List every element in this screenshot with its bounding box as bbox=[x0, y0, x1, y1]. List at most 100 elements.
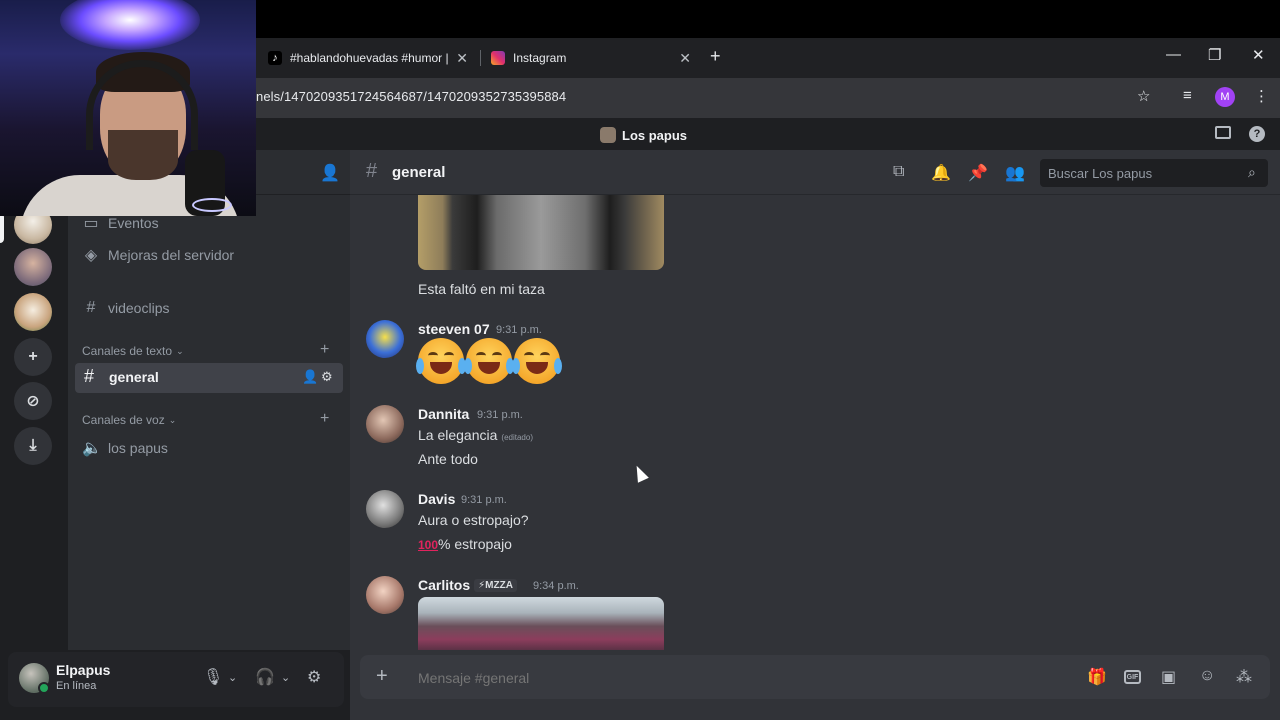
sidebar-item-label: Eventos bbox=[108, 215, 159, 231]
server-mini-icon bbox=[600, 127, 616, 143]
close-icon[interactable]: ✕ bbox=[679, 50, 691, 67]
laughing-tears-emoji bbox=[512, 338, 562, 384]
message-author[interactable]: steeven 07 bbox=[418, 321, 490, 337]
server-title: Los papus bbox=[600, 127, 687, 143]
explore-icon[interactable]: ⊘ bbox=[14, 382, 52, 420]
browser-menu-icon[interactable]: ⋮ bbox=[1254, 87, 1269, 105]
discord-title-bar bbox=[256, 118, 1280, 150]
help-icon[interactable]: ? bbox=[1249, 126, 1265, 142]
message-author[interactable]: Davis bbox=[418, 491, 455, 507]
tab-label: #hablandohuevadas #humor | t bbox=[290, 51, 448, 65]
invite-icon[interactable]: 👤 bbox=[302, 369, 318, 385]
chevron-down-icon[interactable]: ⌄ bbox=[281, 671, 290, 684]
message-input[interactable] bbox=[418, 670, 1018, 686]
tab-instagram[interactable]: Instagram ✕ bbox=[491, 44, 691, 72]
channel-title: general bbox=[392, 164, 446, 181]
sticker-icon[interactable]: ▣ bbox=[1161, 667, 1176, 687]
edited-label: (editado) bbox=[501, 433, 533, 442]
gear-icon[interactable]: ⚙ bbox=[307, 667, 321, 687]
download-icon[interactable]: ⤓ bbox=[14, 427, 52, 465]
avatar[interactable] bbox=[366, 490, 404, 528]
server-icon-dog2[interactable] bbox=[14, 293, 52, 331]
message-timestamp: 9:31 p.m. bbox=[496, 324, 542, 336]
sidebar-item-label: Mejoras del servidor bbox=[108, 247, 235, 263]
author-name: Carlitos bbox=[418, 577, 471, 593]
channel-general[interactable]: # general 👤 ⚙ bbox=[75, 363, 343, 393]
chevron-down-icon[interactable]: ⌄ bbox=[228, 671, 237, 684]
nebula-light bbox=[60, 0, 200, 50]
laughing-tears-emoji bbox=[464, 338, 514, 384]
bookmark-star-icon[interactable]: ☆ bbox=[1137, 87, 1150, 105]
search-icon[interactable]: ⌕ bbox=[1248, 164, 1256, 181]
address-bar-url[interactable]: nels/1470209351724564687/147020935273539… bbox=[256, 89, 566, 104]
profile-avatar[interactable]: M bbox=[1215, 87, 1235, 107]
guild-tag-badge[interactable]: ⚡MZZA bbox=[474, 579, 517, 592]
gear-icon[interactable]: ⚙ bbox=[321, 369, 333, 385]
message-text: Esta faltó en mi taza bbox=[418, 281, 545, 297]
message-author[interactable]: Dannita bbox=[418, 406, 469, 422]
message-image[interactable] bbox=[418, 597, 664, 650]
sidebar-item-videoclips[interactable]: # videoclips bbox=[82, 299, 170, 317]
channel-label: general bbox=[109, 369, 159, 385]
media-control-icon[interactable]: ≡ bbox=[1183, 87, 1192, 104]
message-text: 100% estropajo bbox=[418, 536, 512, 552]
hash-icon: # bbox=[84, 366, 95, 386]
message-timestamp: 9:34 p.m. bbox=[533, 580, 579, 592]
chevron-down-icon: ⌄ bbox=[176, 345, 184, 356]
message-text: Aura o estropajo? bbox=[418, 512, 529, 528]
members-icon[interactable]: 👥 bbox=[1005, 163, 1025, 183]
message-line: % estropajo bbox=[438, 536, 512, 552]
category-text-channels[interactable]: Canales de texto ⌄ bbox=[82, 344, 184, 358]
selected-server-pill bbox=[0, 213, 4, 243]
add-server-button[interactable]: + bbox=[14, 338, 52, 376]
gift-icon[interactable]: 🎁 bbox=[1087, 667, 1107, 687]
sidebar-item-label: videoclips bbox=[108, 300, 170, 316]
attach-plus-button[interactable]: + bbox=[376, 665, 388, 688]
webcam-overlay bbox=[0, 0, 256, 216]
tab-label: Instagram bbox=[513, 51, 567, 65]
hundred-points-emoji: 100 bbox=[418, 538, 439, 552]
message-line: La elegancia bbox=[418, 427, 498, 443]
username[interactable]: Elpapus bbox=[56, 662, 110, 678]
message-author[interactable]: Carlitos ⚡MZZA bbox=[418, 577, 517, 593]
add-text-channel-button[interactable]: + bbox=[320, 341, 329, 359]
server-icon-photo[interactable] bbox=[14, 248, 52, 286]
add-voice-channel-button[interactable]: + bbox=[320, 410, 329, 428]
hash-icon: # bbox=[366, 160, 378, 182]
chevron-down-icon: ⌄ bbox=[168, 414, 177, 425]
headset-icon[interactable]: 🎧 bbox=[255, 667, 275, 687]
message-text: Ante todo bbox=[418, 451, 478, 467]
search-placeholder: Buscar Los papus bbox=[1048, 166, 1153, 181]
voice-channel-los-papus[interactable]: 🔈 los papus bbox=[82, 438, 168, 458]
speaker-icon: 🔈 bbox=[82, 440, 102, 457]
microphone-icon[interactable]: 🎙 bbox=[203, 667, 223, 687]
restore-button[interactable]: ❐ bbox=[1208, 46, 1221, 64]
sidebar-item-mejoras[interactable]: ◈ Mejoras del servidor bbox=[82, 245, 234, 265]
category-label: Canales de texto bbox=[82, 344, 173, 358]
category-voice-channels[interactable]: Canales de voz ⌄ bbox=[82, 413, 176, 427]
emoji-icon[interactable]: ☺ bbox=[1199, 667, 1215, 685]
message-image[interactable] bbox=[418, 195, 664, 270]
close-icon[interactable]: ✕ bbox=[456, 50, 468, 67]
hash-icon: # bbox=[86, 299, 96, 316]
close-window-button[interactable]: ✕ bbox=[1252, 46, 1265, 64]
message-text: La elegancia (editado) bbox=[418, 427, 533, 443]
avatar[interactable] bbox=[366, 405, 404, 443]
tab-tiktok[interactable]: ♪ #hablandohuevadas #humor | t ✕ bbox=[268, 44, 468, 72]
new-tab-button[interactable]: + bbox=[710, 46, 721, 67]
threads-icon[interactable]: ⧉ bbox=[893, 163, 904, 181]
emoji-reaction-row bbox=[416, 338, 562, 384]
instagram-icon bbox=[491, 51, 505, 65]
avatar[interactable] bbox=[366, 320, 404, 358]
server-name: Los papus bbox=[622, 127, 688, 143]
invite-icon[interactable]: 👤 bbox=[320, 163, 340, 183]
bell-icon[interactable]: 🔔 bbox=[931, 163, 951, 183]
inbox-icon[interactable] bbox=[1215, 126, 1231, 139]
gif-button[interactable]: GIF bbox=[1124, 670, 1141, 684]
avatar[interactable] bbox=[366, 576, 404, 614]
sidebar-item-eventos[interactable]: ▭ Eventos bbox=[82, 213, 159, 233]
pin-icon[interactable]: 📌 bbox=[968, 163, 988, 183]
apps-icon[interactable]: ⁂ bbox=[1236, 667, 1252, 687]
minimize-button[interactable]: — bbox=[1166, 46, 1181, 63]
user-status: En línea bbox=[56, 680, 97, 692]
